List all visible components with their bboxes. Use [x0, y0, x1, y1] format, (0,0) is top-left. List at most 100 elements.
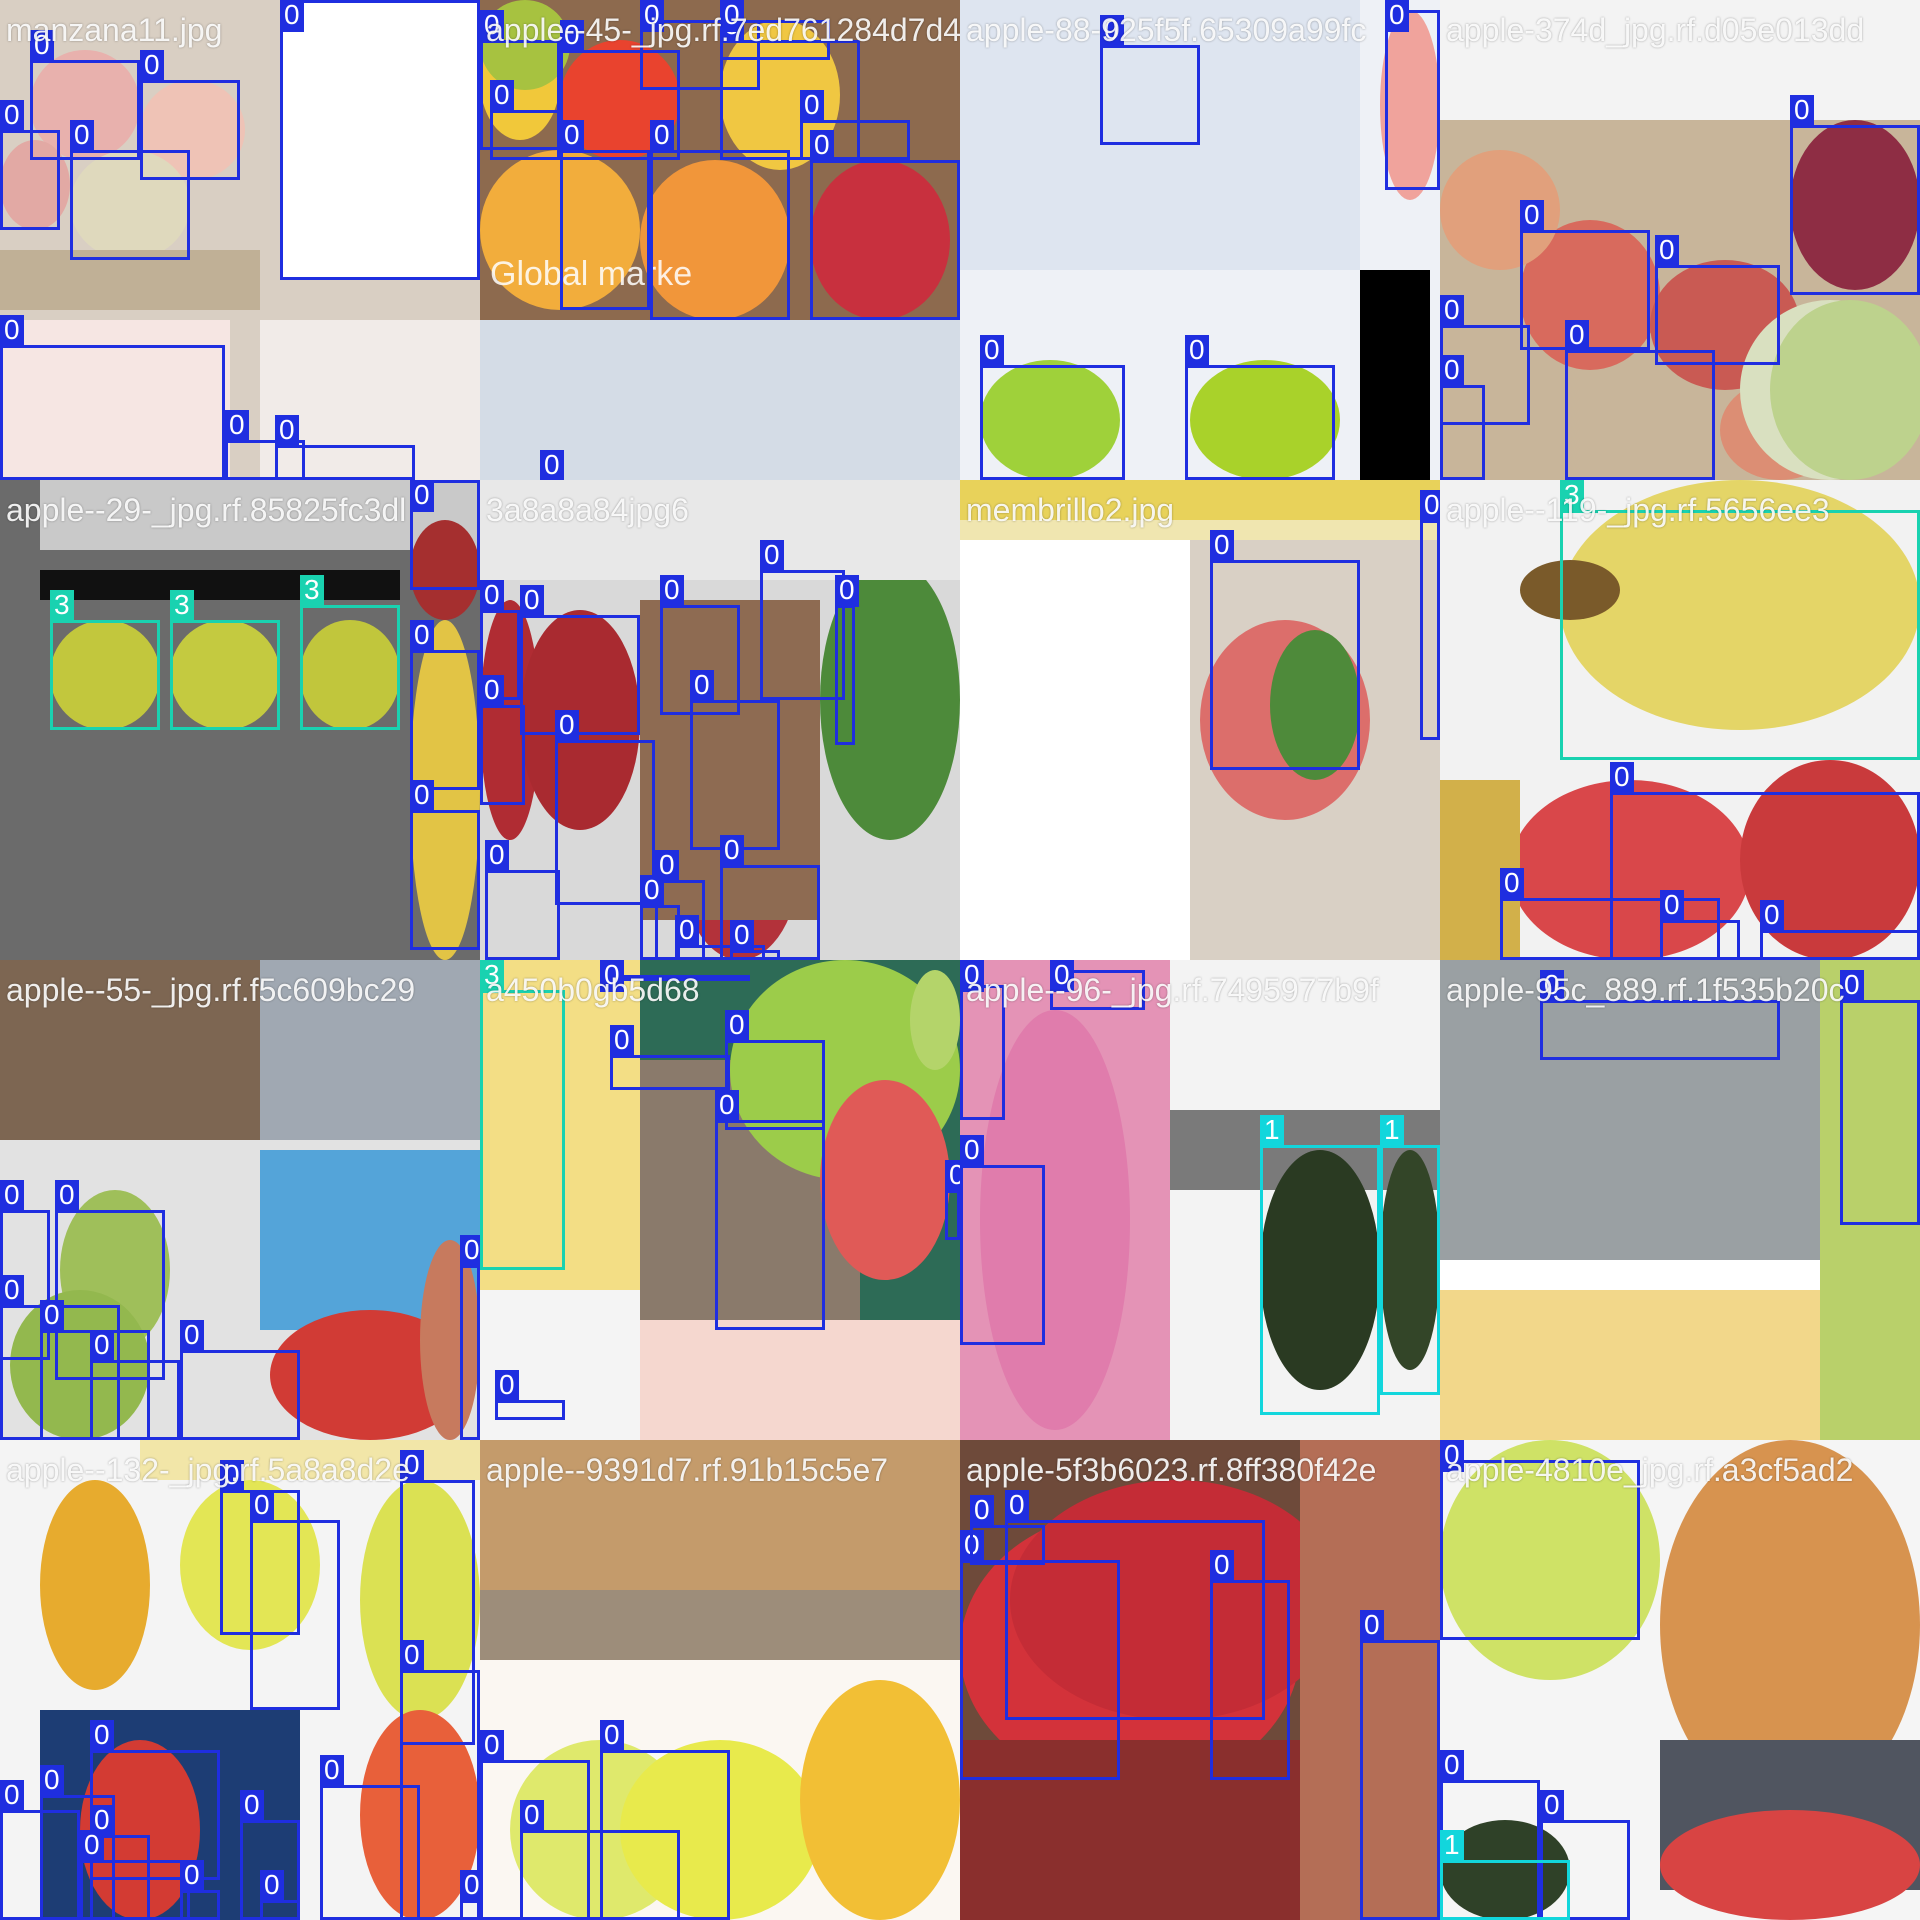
class-label: 0: [760, 540, 784, 572]
detection-box: [180, 1890, 220, 1920]
class-label: 0: [1610, 762, 1634, 794]
detection-box: [280, 0, 480, 280]
mosaic-tile: 0 0 0 apple--9391d7.rf.91b15c5e7: [480, 1440, 960, 1920]
class-label: 0: [0, 315, 24, 347]
class-label: 0: [1005, 1490, 1029, 1522]
detection-box: [0, 130, 60, 230]
class-label: 0: [1440, 355, 1464, 387]
class-label: 0: [1500, 868, 1524, 900]
detection-box: [1440, 385, 1485, 480]
detection-box: [1100, 45, 1200, 145]
class-label: 0: [1185, 335, 1209, 367]
detection-mosaic: 0 0 0 0 0 0 0 0 manzana11.jpg Global marke 0 0 0 0 0 0 0…: [0, 0, 1920, 1920]
detection-box: [50, 620, 160, 730]
class-label: 0: [1440, 1440, 1464, 1472]
class-label: 0: [520, 585, 544, 617]
photo-region: [40, 570, 400, 600]
detection-box: [300, 605, 400, 730]
class-label: 0: [140, 50, 164, 82]
class-label: 1: [1380, 1115, 1404, 1147]
detection-box: [0, 345, 225, 480]
photo-region: [1660, 1810, 1920, 1920]
class-label: 0: [540, 450, 564, 480]
detection-box: [180, 1350, 300, 1440]
class-label: 1: [1260, 1115, 1284, 1147]
class-label: 0: [0, 1180, 24, 1212]
mosaic-tile: 3 0 0 0 0 apple--119-_jpg.rf.5656ee3: [1440, 480, 1920, 960]
class-label: 0: [720, 0, 744, 32]
detection-box: [1440, 1860, 1570, 1920]
class-label: 0: [1790, 95, 1814, 127]
detection-box: [1760, 930, 1920, 960]
photo-region: [140, 1440, 480, 1480]
class-label: 0: [480, 675, 504, 707]
photo-region: [1360, 270, 1430, 480]
class-label: 0: [980, 335, 1004, 367]
detection-box: [810, 160, 960, 320]
mosaic-tile: 0 0 0 0 0 0 apple-374d_jpg.rf.d05e013dd: [1440, 0, 1920, 480]
detection-box: [725, 1040, 825, 1130]
detection-box: [90, 1360, 180, 1440]
photo-region: [820, 1080, 950, 1280]
detection-box: [275, 445, 415, 480]
class-label: 0: [490, 80, 514, 112]
detection-box: [1565, 350, 1715, 480]
detection-box: [690, 700, 780, 850]
class-label: 0: [1210, 1550, 1234, 1582]
detection-box: [1440, 1460, 1640, 1640]
class-label: 0: [1385, 0, 1409, 32]
mosaic-tile: 0 0 0 1 apple-4810e_jpg.rf.a3cf5ad2: [1440, 1440, 1920, 1920]
class-label: 0: [0, 1780, 24, 1812]
class-label: 0: [1565, 320, 1589, 352]
class-label: 0: [1420, 490, 1440, 522]
detection-box: [970, 1525, 1045, 1565]
detection-box: [480, 990, 565, 1270]
class-label: 0: [555, 710, 579, 742]
class-label: 0: [1440, 295, 1464, 327]
class-label: 0: [640, 875, 664, 907]
photo-region: [0, 960, 260, 1140]
class-label: 3: [170, 590, 194, 622]
class-label: 0: [960, 960, 984, 992]
class-label: 0: [560, 20, 584, 52]
class-label: 0: [1050, 960, 1074, 992]
class-label: 0: [960, 1135, 984, 1167]
detection-box: [410, 650, 480, 790]
detection-box: [1790, 125, 1920, 295]
detection-box: [560, 150, 650, 310]
detection-box: [485, 870, 560, 960]
class-label: 0: [55, 1180, 79, 1212]
class-label: 0: [495, 1370, 519, 1402]
class-label: 0: [675, 915, 699, 947]
class-label: 0: [690, 670, 714, 702]
mosaic-tile: 0 0 apple-95c_889.rf.1f535b20c: [1440, 960, 1920, 1440]
mosaic-tile: 0 0 0 0 0 apple-5f3b6023.rf.8ff380f42e: [960, 1440, 1440, 1920]
photo-region: [960, 480, 1440, 520]
class-label: 0: [640, 0, 664, 32]
detection-box: [520, 1830, 680, 1920]
mosaic-tile: 3 3 3 0 0 0 apple--29-_jpg.rf.85825fc3dl: [0, 480, 480, 960]
detection-box: [1360, 1640, 1440, 1920]
photo-region: [1440, 1290, 1820, 1440]
class-label: 0: [1540, 970, 1564, 1002]
detection-box: [650, 150, 790, 320]
class-label: 0: [1660, 890, 1684, 922]
detection-box: [945, 1190, 960, 1240]
class-label: 0: [560, 120, 584, 152]
detection-box: [835, 605, 855, 745]
detection-box: [1560, 510, 1920, 760]
class-label: 0: [40, 1300, 64, 1332]
class-label: 0: [480, 580, 504, 612]
detection-box: [70, 150, 190, 260]
detection-box: [960, 1165, 1045, 1345]
mosaic-tile: 0 0 0 0 0 0 0 0 0 0 0 0 0 0 3a8a8a84jpg6: [480, 480, 960, 960]
class-label: 0: [480, 1730, 504, 1762]
class-label: 0: [80, 1830, 104, 1862]
class-label: 0: [30, 30, 54, 62]
class-label: 0: [485, 840, 509, 872]
detection-box: [260, 1900, 300, 1920]
detection-box: [520, 615, 640, 735]
detection-box: [760, 570, 845, 700]
detection-box: [1380, 1145, 1440, 1395]
detection-box: [490, 110, 560, 160]
